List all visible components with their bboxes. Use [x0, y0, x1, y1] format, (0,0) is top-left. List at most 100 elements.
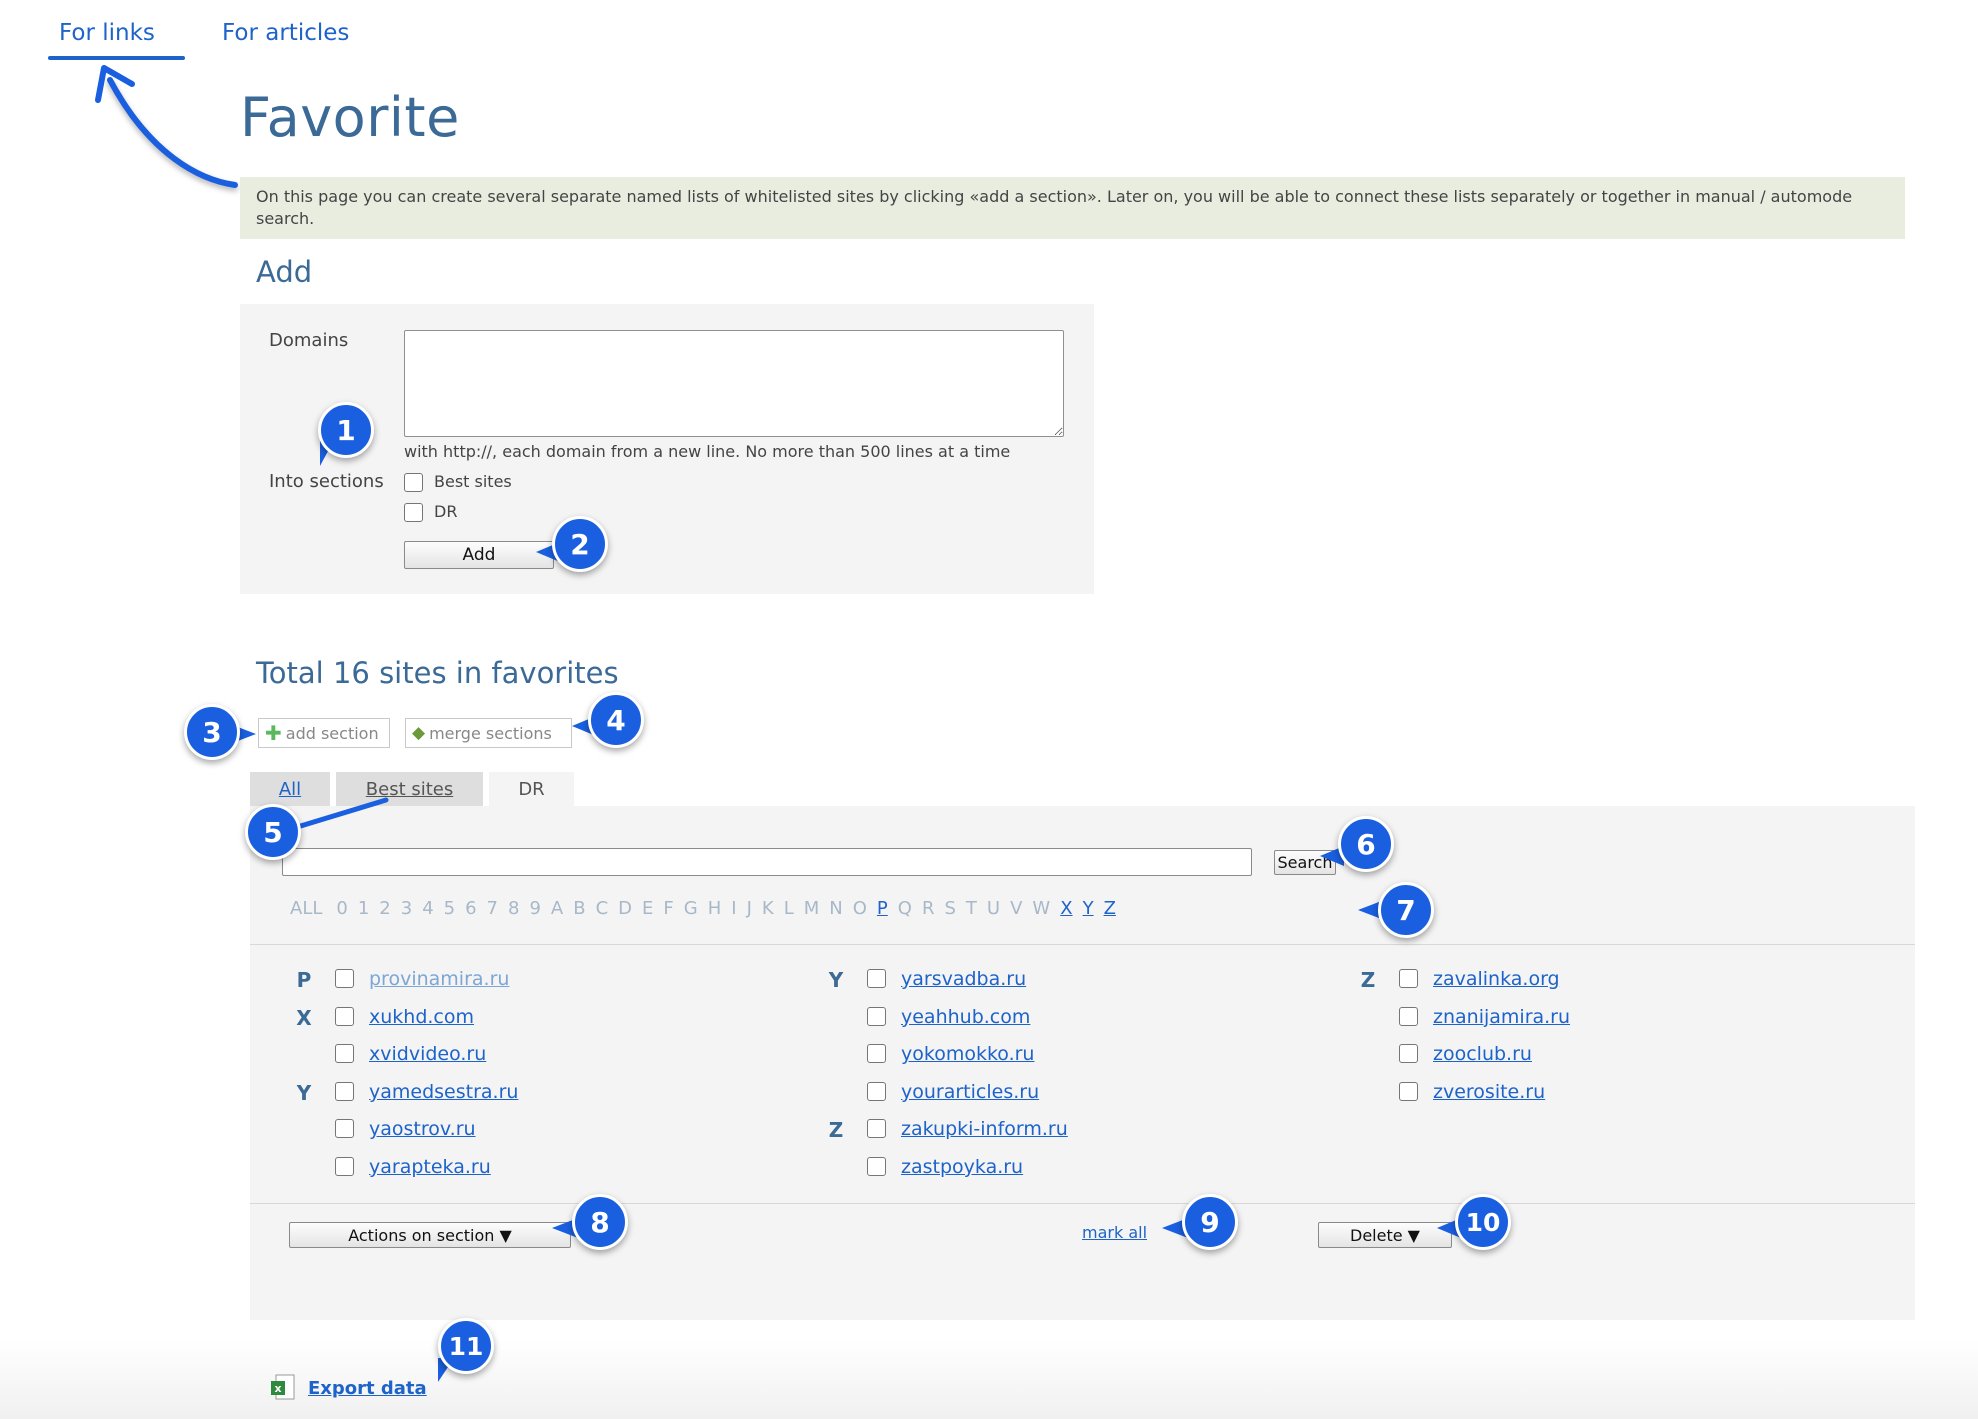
callout-badge: 3: [184, 704, 256, 760]
alphabet-letter[interactable]: O: [853, 898, 867, 919]
alphabet-letter[interactable]: 3: [401, 898, 412, 919]
site-checkbox[interactable]: [867, 969, 886, 988]
site-link[interactable]: xukhd.com: [369, 1006, 474, 1028]
tab-for-links[interactable]: For links: [59, 20, 155, 46]
alphabet-letter[interactable]: K: [762, 898, 774, 919]
alphabet-letter[interactable]: N: [829, 898, 842, 919]
site-checkbox[interactable]: [335, 1044, 354, 1064]
alphabet-letter[interactable]: D: [618, 898, 632, 919]
add-section-button[interactable]: ✚ add section: [258, 718, 390, 748]
alphabet-letter[interactable]: Z: [1104, 898, 1116, 919]
site-link[interactable]: yarsvadba.ru: [901, 968, 1026, 990]
site-link[interactable]: yaostrov.ru: [369, 1118, 476, 1140]
site-checkbox[interactable]: [335, 1081, 354, 1101]
alphabet-letter[interactable]: B: [573, 898, 585, 919]
section-option-label: DR: [434, 502, 458, 521]
alphabet-letter[interactable]: 7: [487, 898, 498, 919]
callout-badge: 4: [572, 692, 644, 748]
site-link[interactable]: zverosite.ru: [1433, 1081, 1545, 1103]
site-link[interactable]: zakupki-inform.ru: [901, 1118, 1068, 1140]
alphabet-letter[interactable]: I: [731, 898, 736, 919]
site-link[interactable]: znanijamira.ru: [1433, 1006, 1570, 1028]
site-checkbox[interactable]: [335, 1119, 354, 1139]
export-data-link[interactable]: Export data: [308, 1378, 427, 1399]
site-checkbox[interactable]: [867, 1006, 886, 1026]
alphabet-letter[interactable]: J: [747, 898, 752, 919]
letter-group-heading: Y: [828, 968, 844, 992]
site-checkbox[interactable]: [867, 1081, 886, 1101]
alphabet-letter[interactable]: R: [922, 898, 935, 919]
site-checkbox[interactable]: [1399, 969, 1418, 988]
alphabet-letter[interactable]: W: [1032, 898, 1050, 919]
site-link[interactable]: yokomokko.ru: [901, 1043, 1034, 1065]
actions-on-section-dropdown[interactable]: Actions on section ▼: [289, 1222, 571, 1248]
mark-all-link[interactable]: mark all: [1082, 1223, 1147, 1242]
alphabet-letter[interactable]: 8: [508, 898, 519, 919]
alphabet-letter[interactable]: 0: [336, 898, 347, 919]
alphabet-letter[interactable]: G: [684, 898, 698, 919]
alphabet-letter[interactable]: C: [596, 898, 609, 919]
plus-icon: ✚: [265, 721, 282, 745]
section-checkbox-dr[interactable]: [404, 503, 423, 522]
search-input[interactable]: [282, 848, 1252, 876]
site-checkbox[interactable]: [1399, 1044, 1418, 1064]
alphabet-filter: ALL 0 1 2 3 4 5 6 7 8 9 A B C D E F G H I J K L M N O P Q R S T U V W X Y Z: [290, 898, 1126, 919]
callout-badge: 5: [245, 804, 301, 860]
alphabet-letter[interactable]: H: [708, 898, 722, 919]
site-checkbox[interactable]: [1399, 1081, 1418, 1101]
section-option-label: Best sites: [434, 472, 512, 491]
alphabet-letter[interactable]: 2: [379, 898, 390, 919]
site-link[interactable]: xvidvideo.ru: [369, 1043, 486, 1065]
site-link[interactable]: zooclub.ru: [1433, 1043, 1532, 1065]
alphabet-letter[interactable]: 1: [358, 898, 369, 919]
site-checkbox[interactable]: [335, 1157, 354, 1176]
site-checkbox[interactable]: [335, 1006, 354, 1026]
delete-dropdown[interactable]: Delete ▼: [1318, 1222, 1452, 1248]
site-checkbox[interactable]: [867, 1044, 886, 1064]
site-link[interactable]: yamedsestra.ru: [369, 1081, 518, 1103]
section-checkbox-best-sites[interactable]: [404, 473, 423, 492]
alphabet-letter[interactable]: 6: [465, 898, 476, 919]
domains-textarea[interactable]: [404, 330, 1064, 437]
callout-badge: 6: [1320, 816, 1394, 872]
alphabet-letter[interactable]: ALL: [290, 898, 322, 919]
excel-icon: x: [271, 1374, 295, 1400]
alphabet-letter[interactable]: 5: [444, 898, 455, 919]
merge-sections-button[interactable]: ◆ merge sections: [405, 718, 572, 748]
alphabet-letter[interactable]: 9: [529, 898, 540, 919]
alphabet-letter[interactable]: X: [1060, 898, 1072, 919]
alphabet-letter[interactable]: Q: [898, 898, 912, 919]
domains-hint: with http://, each domain from a new lin…: [404, 442, 1011, 461]
site-link[interactable]: yeahhub.com: [901, 1006, 1030, 1028]
divider: [250, 1203, 1915, 1204]
tab-dr-label: DR: [518, 778, 545, 800]
alphabet-letter[interactable]: U: [987, 898, 1000, 919]
site-checkbox[interactable]: [867, 1157, 886, 1176]
add-button[interactable]: Add: [404, 541, 554, 569]
site-link[interactable]: provinamira.ru: [369, 968, 509, 990]
site-checkbox[interactable]: [867, 1119, 886, 1139]
alphabet-letter[interactable]: A: [551, 898, 563, 919]
site-checkbox[interactable]: [335, 969, 354, 988]
alphabet-letter[interactable]: M: [804, 898, 820, 919]
site-link[interactable]: yourarticles.ru: [901, 1081, 1039, 1103]
merge-icon: ◆: [412, 723, 426, 743]
alphabet-letter[interactable]: L: [784, 898, 794, 919]
alphabet-letter[interactable]: E: [642, 898, 653, 919]
alphabet-letter[interactable]: V: [1010, 898, 1022, 919]
add-section-label: add section: [285, 723, 379, 743]
footer-fade: [0, 1340, 1978, 1419]
tab-dr[interactable]: DR: [489, 772, 574, 806]
site-link[interactable]: zastpoyka.ru: [901, 1156, 1023, 1178]
divider: [250, 944, 1915, 945]
site-checkbox[interactable]: [1399, 1006, 1418, 1026]
alphabet-letter[interactable]: 4: [422, 898, 433, 919]
alphabet-letter[interactable]: F: [663, 898, 673, 919]
tab-for-articles[interactable]: For articles: [222, 20, 349, 46]
site-link[interactable]: yarapteka.ru: [369, 1156, 491, 1178]
alphabet-letter[interactable]: S: [944, 898, 955, 919]
alphabet-letter[interactable]: P: [877, 898, 888, 919]
site-link[interactable]: zavalinka.org: [1433, 968, 1560, 990]
alphabet-letter[interactable]: T: [966, 898, 977, 919]
alphabet-letter[interactable]: Y: [1083, 898, 1094, 919]
